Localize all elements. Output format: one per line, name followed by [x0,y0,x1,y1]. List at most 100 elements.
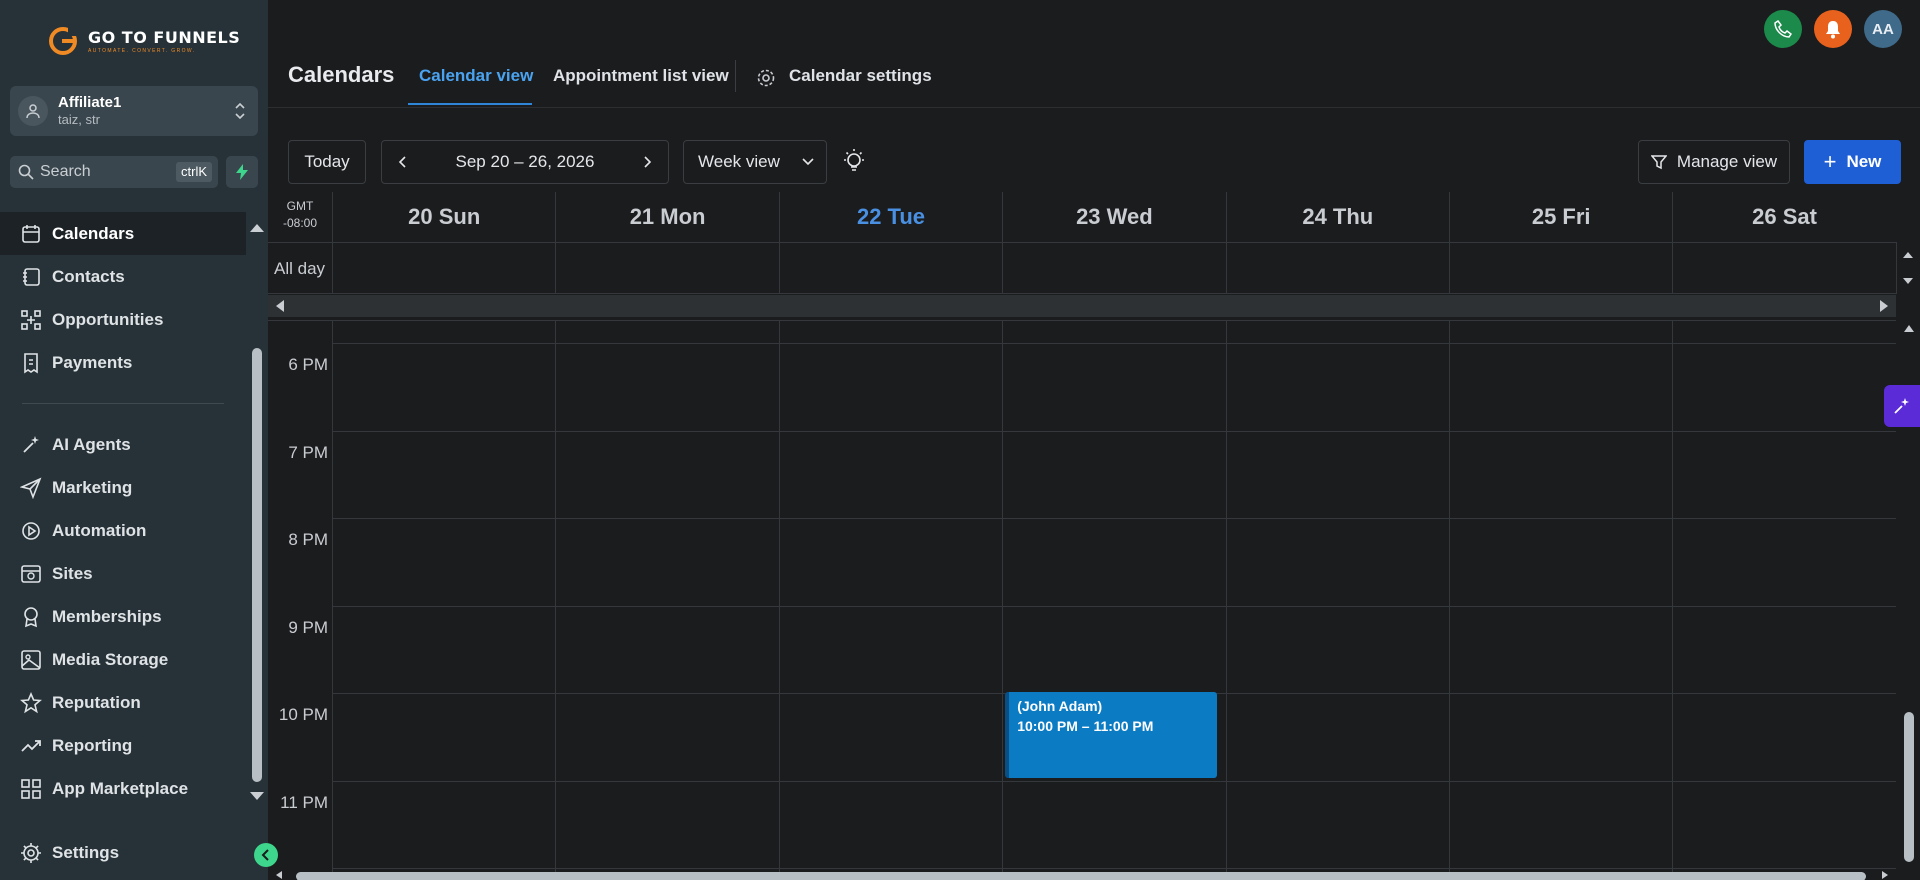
sidebar-item-label: Contacts [52,266,125,286]
lightning-icon [236,164,248,180]
all-day-scroll-arrows-icon[interactable] [1900,246,1916,290]
user-icon [26,104,40,119]
timezone-label: GMT -08:00 [268,198,332,232]
week-calendar: GMT -08:00 20 Sun 21 Mon 22 Tue 23 Wed 24 Th… [268,192,1920,880]
search-box[interactable]: ctrlK [10,156,218,188]
all-day-row[interactable]: All day [268,242,1896,294]
tab-calendar-settings[interactable]: Calendar settings [789,66,932,86]
sidebar-item-label: AI Agents [52,434,131,454]
time-grid[interactable]: 6 PM 7 PM 8 PM 9 PM 10 PM 11 PM [268,320,1896,874]
all-day-column-divider [555,242,557,294]
day-header[interactable]: 24 Thu [1225,192,1449,242]
sidebar-item-reputation[interactable]: Reputation [0,681,246,724]
sidebar-item-automation[interactable]: Automation [0,509,246,552]
sidebar-item-label: Payments [52,352,133,372]
manage-view-label: Manage view [1676,152,1778,171]
sidebar-item-label: Media Storage [52,649,169,669]
hour-line [332,605,1896,607]
all-day-column-divider [778,242,780,294]
sidebar-item-sites[interactable]: Sites [0,552,246,595]
day-header[interactable]: 26 Sat [1672,192,1895,242]
sidebar-item-contacts[interactable]: Contacts [0,255,246,298]
day-header[interactable]: 21 Mon [555,192,778,242]
scroll-right-arrow-icon[interactable] [1878,299,1890,313]
all-day-column-divider [1002,242,1004,294]
filter-icon [1650,155,1667,170]
today-button[interactable]: Today [288,140,366,184]
lightbulb-icon[interactable] [842,148,866,174]
day-column-divider [332,321,333,874]
day-column-divider [555,321,557,874]
day-header[interactable]: 22 Tue [778,192,1002,242]
page-title: Calendars [288,62,395,87]
sidebar-item-reporting[interactable]: Reporting [0,724,246,767]
timezone-gmt: GMT [286,199,314,213]
view-select-value: Week view [698,152,780,171]
account-avatar [18,96,48,126]
view-select[interactable]: Week view [683,140,827,184]
sidebar-item-opportunities[interactable]: Opportunities [0,298,246,341]
day-header[interactable]: 23 Wed [1002,192,1225,242]
sidebar-item-payments[interactable]: Payments [0,341,246,384]
payments-icon [24,352,38,373]
day-header[interactable]: 25 Fri [1449,192,1672,242]
tab-calendar-view[interactable]: Calendar view [419,66,533,86]
manage-view-button[interactable]: Manage view [1638,140,1790,184]
new-appointment-button[interactable]: + New [1804,140,1901,184]
tab-appointment-list-view[interactable]: Appointment list view [553,66,729,86]
sidebar-item-label: App Marketplace [52,778,189,798]
calendar-event[interactable]: (John Adam) 10:00 PM – 11:00 PM [1005,692,1218,778]
sidebar-item-settings[interactable]: Settings [0,831,246,874]
nav-divider [22,403,224,404]
scroll-left-arrow-icon[interactable] [274,299,286,313]
horizontal-scroll-thumb[interactable] [296,872,1866,880]
horizontal-scrollbar-top[interactable] [268,295,1896,317]
date-range-picker[interactable]: Sep 20 – 26, 2026 [381,140,669,184]
ai-sparkle-icon [1894,398,1909,414]
sidebar-scroll-thumb[interactable] [252,348,262,782]
sidebar-item-calendars[interactable]: Calendars [0,212,246,255]
sidebar-item-label: Marketing [52,477,133,497]
day-column-divider [1002,321,1004,874]
sidebar-item-ai-agents[interactable]: AI Agents [0,423,246,466]
sidebar-item-label: Reputation [52,692,141,712]
sidebar-item-app-marketplace[interactable]: App Marketplace [0,767,246,810]
contacts-icon [23,267,40,286]
vertical-scroll-thumb[interactable] [1904,712,1914,862]
quick-action-button[interactable] [226,156,258,188]
day-header[interactable]: 20 Sun [332,192,555,242]
phone-button[interactable] [1764,10,1802,48]
account-sub: taiz, str [58,112,100,128]
all-day-column-divider [1672,242,1674,294]
search-shortcut: ctrlK [176,162,212,182]
sidebar: GO TO FUNNELS AUTOMATE. CONVERT. GROW. A… [0,0,268,880]
chevron-left-icon[interactable] [398,154,408,170]
sidebar-item-media-storage[interactable]: Media Storage [0,638,246,681]
all-day-column-divider [1449,242,1450,294]
sidebar-nav: Calendars Contacts Opportunities Payment… [0,212,246,810]
search-icon [18,164,34,180]
notifications-button[interactable] [1814,10,1852,48]
day-column-divider [1672,321,1674,874]
account-switcher[interactable]: Affiliate1 taiz, str [10,86,258,136]
user-avatar[interactable]: AA [1864,10,1902,48]
scroll-right-arrow-icon[interactable] [1880,870,1890,880]
scroll-down-arrow-icon[interactable] [250,792,264,800]
chevron-right-icon[interactable] [642,154,652,170]
logo-icon [49,26,78,55]
send-icon [20,476,42,499]
scroll-up-arrow-icon[interactable] [1902,322,1916,334]
brand-logo[interactable]: GO TO FUNNELS AUTOMATE. CONVERT. GROW. [48,26,240,56]
collapse-sidebar-button[interactable] [254,843,278,867]
gear-icon [757,69,775,87]
hour-line [332,430,1896,432]
scroll-left-arrow-icon[interactable] [274,870,284,880]
active-tab-indicator [408,103,532,105]
sidebar-item-memberships[interactable]: Memberships [0,595,246,638]
sidebar-item-marketing[interactable]: Marketing [0,466,246,509]
ai-assistant-button[interactable] [1884,385,1920,427]
plus-icon: + [1823,149,1837,174]
scroll-up-arrow-icon[interactable] [250,224,264,232]
search-input[interactable] [40,163,160,181]
hour-line [332,518,1896,519]
